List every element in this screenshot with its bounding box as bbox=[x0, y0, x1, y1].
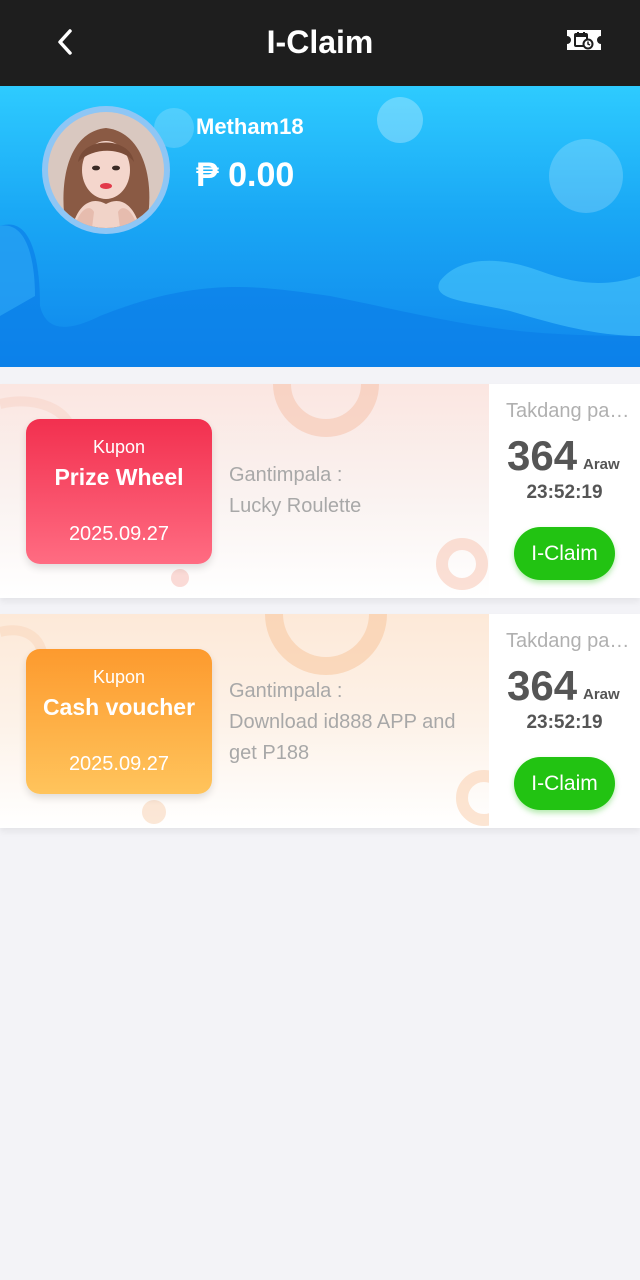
coupon-deadline-panel: Takdang panahon 364 Araw 23:52:19 I-Clai… bbox=[489, 384, 640, 598]
avatar[interactable] bbox=[42, 106, 170, 234]
time-remaining: 23:52:19 bbox=[526, 482, 603, 503]
balance: ₱ 0.00 bbox=[196, 156, 295, 194]
coupon-title: Prize Wheel bbox=[54, 464, 184, 490]
deadline-label: Takdang panahon bbox=[506, 630, 630, 652]
coupon-deadline-panel: Takdang panahon 364 Araw 23:52:19 I-Clai… bbox=[489, 614, 640, 828]
coupon-prize: Gantimpala : Download id888 APP and get … bbox=[229, 676, 479, 769]
deadline-label: Takdang panahon bbox=[506, 400, 630, 422]
claim-button[interactable]: I-Claim bbox=[514, 757, 615, 810]
prize-label: Gantimpala : bbox=[229, 464, 343, 486]
ticket-button[interactable] bbox=[564, 24, 604, 56]
claim-button[interactable]: I-Claim bbox=[514, 527, 615, 580]
coupon-card: Kupon Cash voucher 2025.09.27 Gantimpala… bbox=[0, 614, 640, 828]
coupon-kupon-label: Kupon bbox=[92, 437, 146, 457]
prize-label: Gantimpala : bbox=[229, 680, 343, 702]
coupon-card-body: Kupon Cash voucher 2025.09.27 Gantimpala… bbox=[0, 614, 489, 828]
days-remaining: 364 bbox=[507, 432, 578, 479]
prize-value: Lucky Roulette bbox=[229, 495, 362, 517]
coupon-prize: Gantimpala : Lucky Roulette bbox=[229, 460, 479, 522]
page-title: I-Claim bbox=[266, 24, 374, 60]
prize-value: Download id888 APP and get P188 bbox=[229, 711, 456, 764]
profile-banner: Metham18 ₱ 0.00 bbox=[0, 86, 640, 367]
coupon-card: Kupon Prize Wheel 2025.09.27 Gantimpala … bbox=[0, 384, 640, 598]
coupon-date: 2025.09.27 bbox=[68, 753, 170, 775]
ticket-icon bbox=[567, 30, 601, 50]
days-unit: Araw bbox=[583, 456, 620, 473]
coupon-kupon-label: Kupon bbox=[92, 667, 146, 687]
days-unit: Araw bbox=[583, 686, 620, 703]
coupon-date: 2025.09.27 bbox=[68, 523, 170, 545]
coupon-badge: Kupon Prize Wheel 2025.09.27 bbox=[26, 419, 212, 564]
coupon-title: Cash voucher bbox=[42, 694, 196, 720]
coupon-badge: Kupon Cash voucher 2025.09.27 bbox=[26, 649, 212, 794]
username: Metham18 bbox=[196, 114, 304, 139]
days-remaining: 364 bbox=[507, 662, 578, 709]
coupon-card-body: Kupon Prize Wheel 2025.09.27 Gantimpala … bbox=[0, 384, 489, 598]
avatar-image bbox=[48, 112, 164, 228]
time-remaining: 23:52:19 bbox=[526, 712, 603, 733]
top-bar: I-Claim bbox=[0, 0, 640, 86]
